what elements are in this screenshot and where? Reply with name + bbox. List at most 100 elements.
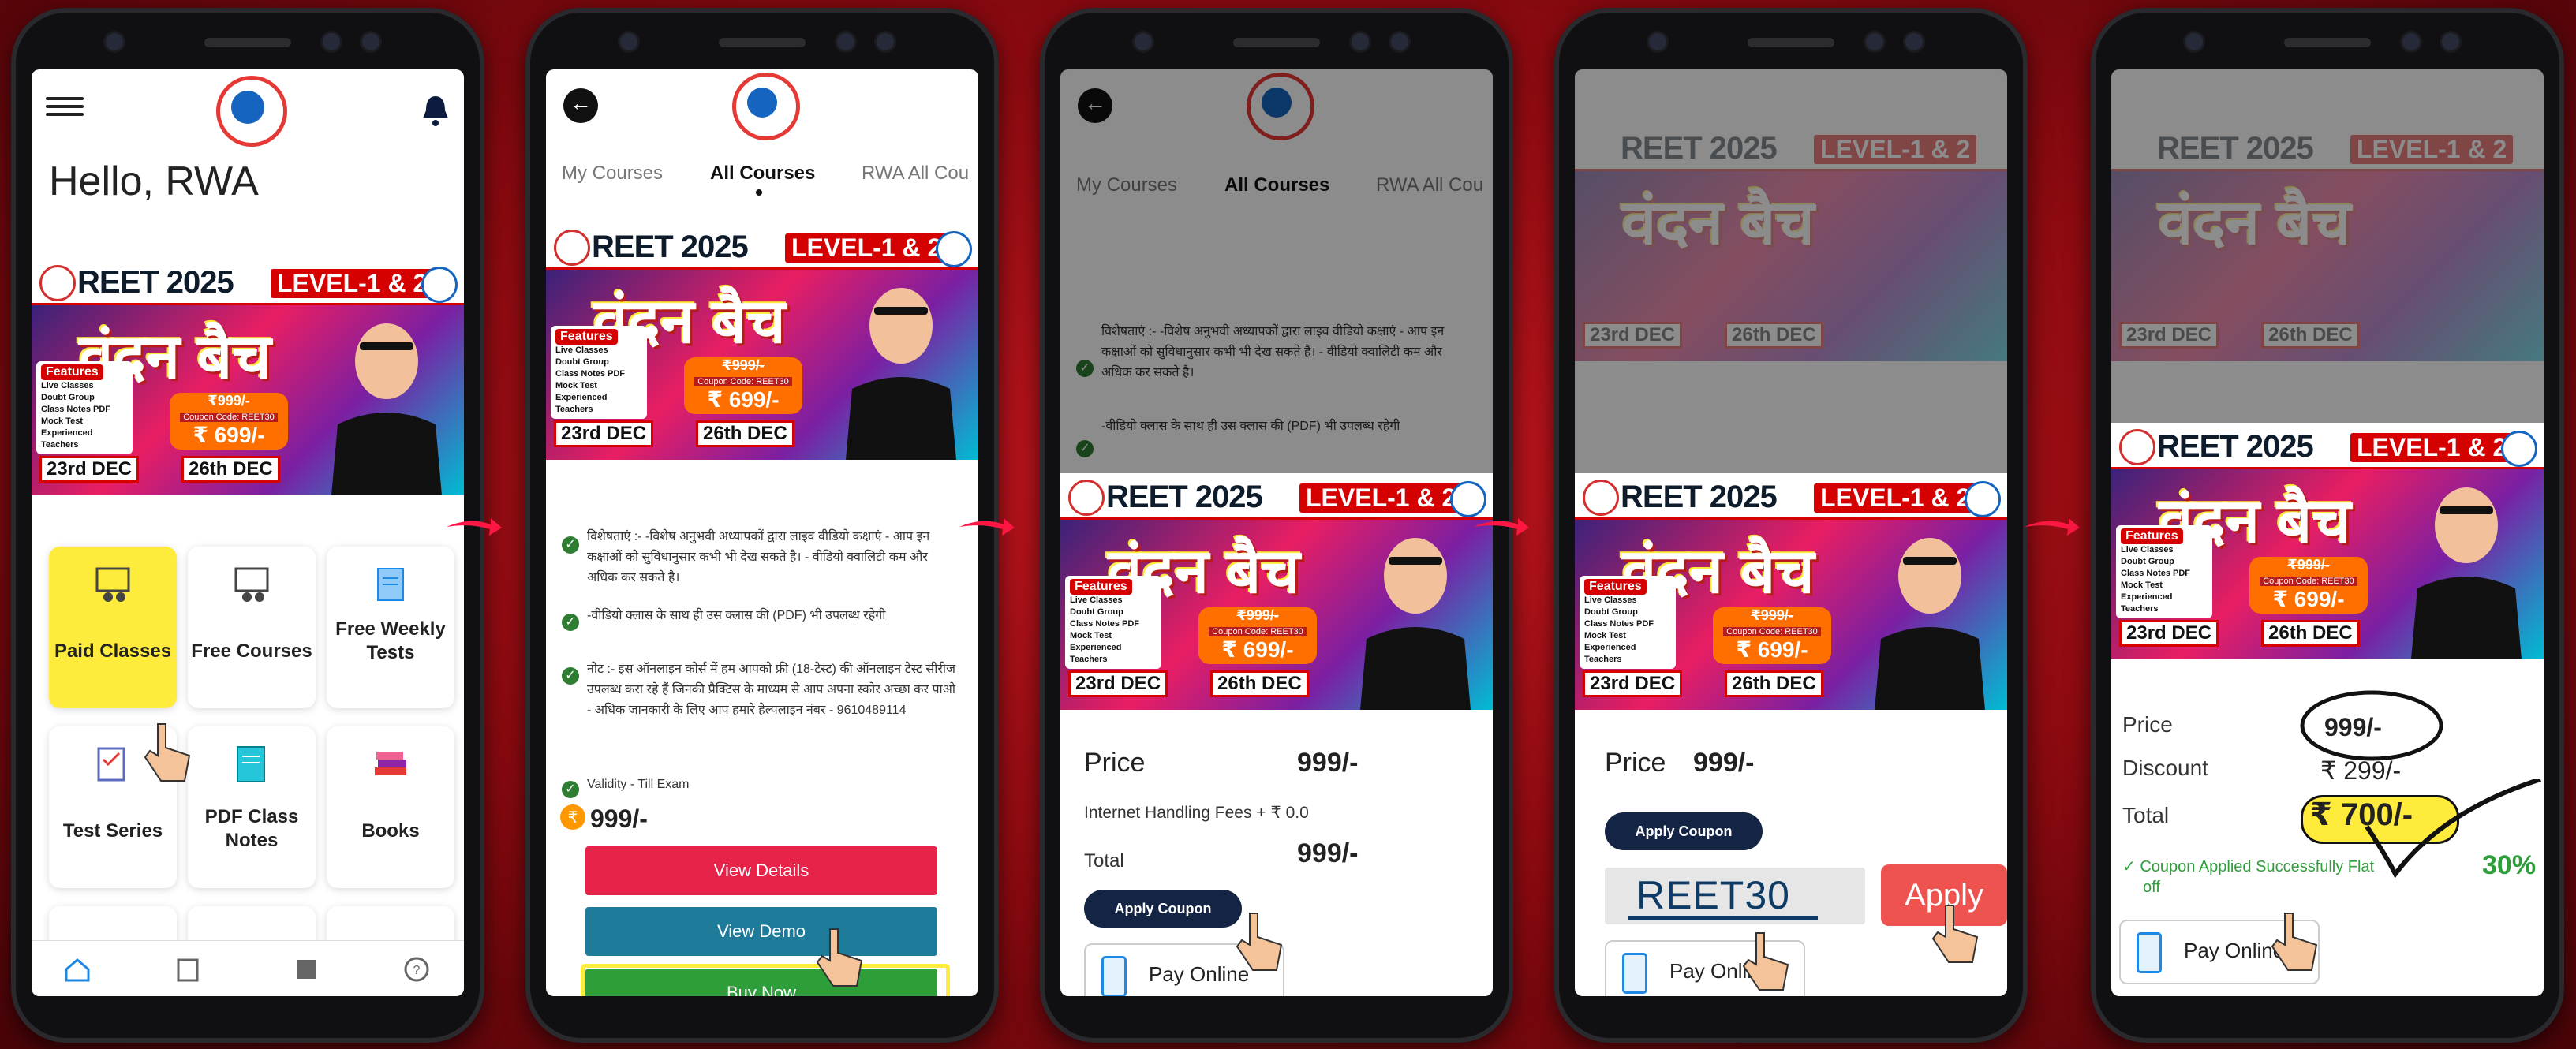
home-screen: Hello, RWA REET 2025 LEVEL-1 & 2 वंदन बै… [32, 69, 464, 996]
price-old: ₹999/- [208, 393, 250, 409]
coupon-code-value: REET30 [1636, 873, 1790, 917]
price-badge: ₹999/- Coupon Code: REET30 ₹ 699/- [170, 393, 288, 450]
tile-free-courses[interactable]: Free Courses [188, 547, 316, 708]
check-icon [562, 781, 579, 798]
tile-pdf-class-notes[interactable]: PDF Class Notes [188, 726, 316, 888]
total-label: Total [1084, 850, 1124, 872]
teacher-photo [1360, 538, 1471, 710]
price-new: ₹ 699/- [707, 387, 780, 412]
coupon-applied-screen: REET 2025 LEVEL-1 & 2 वंदन बैच 23rd DEC … [2111, 69, 2544, 996]
price-old: ₹999/- [1751, 607, 1793, 623]
price-new: ₹ 699/- [1736, 637, 1808, 662]
back-arrow-icon[interactable] [563, 88, 598, 123]
tab-my-courses[interactable]: My Courses [562, 162, 663, 185]
menu-icon[interactable] [46, 97, 84, 116]
feature-item: Experienced Teachers [1070, 643, 1122, 664]
coupon-line: Coupon Code: REET30 [180, 413, 278, 422]
dim-overlay [1060, 69, 1493, 473]
tile-label: Free Courses [191, 640, 312, 662]
sensor [1866, 33, 1883, 50]
coupon-success-off: off [2143, 879, 2160, 896]
free-courses-icon [234, 567, 269, 602]
price-badge: ₹999/- Coupon Code: REET30 ₹ 699/- [684, 357, 802, 414]
test-series-icon [97, 747, 125, 782]
banner-reet: REET 2025 [592, 230, 749, 264]
view-demo-button[interactable]: View Demo [585, 907, 937, 956]
apply-coupon-button[interactable]: Apply Coupon [1605, 812, 1763, 850]
svg-text:?: ? [413, 964, 421, 977]
logo-icon [936, 231, 972, 267]
speaker [719, 38, 806, 47]
tutorial-collage: { "banner": { "reet": "REET 2025", "leve… [0, 0, 2576, 1049]
tab-all-courses[interactable]: All Courses [710, 162, 815, 185]
coupon-entry-screen: REET 2025 LEVEL-1 & 2 वंदन बैच 23rd DEC … [1575, 69, 2007, 996]
feature-item: Doubt Group [1584, 607, 1638, 617]
course-tabs: My Courses All Courses RWA All Cou [546, 156, 978, 196]
price-badge: ₹999/- Coupon Code: REET30 ₹ 699/- [1713, 607, 1831, 664]
speaker [1233, 38, 1320, 47]
bell-icon[interactable] [420, 93, 451, 128]
note-description: नोट :- इस ऑनलाइन कोर्स में हम आपको फ्री … [587, 663, 956, 717]
course-banner: REET 2025 LEVEL-1 & 2 वंदन बैच Features … [1060, 473, 1493, 710]
price-value: 999/- [1297, 748, 1359, 778]
download-icon[interactable] [292, 955, 320, 984]
price-old: ₹999/- [2287, 557, 2330, 573]
bottom-nav: ? [32, 940, 464, 996]
feature-description: विशेषताएं :- -विशेष अनुभवी अध्यापकों द्व… [587, 530, 930, 584]
price-new: ₹ 699/- [2272, 587, 2345, 611]
feature-item: Live Classes [41, 381, 94, 390]
check-icon [562, 536, 579, 554]
banner-level: LEVEL-1 & 2 [783, 231, 951, 265]
courses-icon[interactable] [174, 955, 202, 984]
date-end: 26th DEC [2261, 620, 2360, 647]
feature-item: Class Notes PDF [555, 369, 626, 379]
price-label: Price [1084, 748, 1146, 778]
total-value: 999/- [1297, 838, 1359, 868]
view-details-button[interactable]: View Details [585, 846, 937, 895]
tap-hand-icon [2271, 913, 2318, 971]
feature-item: Mock Test [1584, 631, 1626, 640]
feature-item: Doubt Group [41, 393, 95, 402]
app-logo [732, 73, 800, 140]
course-banner[interactable]: REET 2025 LEVEL-1 & 2 वंदन बैच Features … [32, 259, 464, 495]
banner-level: LEVEL-1 & 2 [2348, 431, 2516, 465]
sensor [837, 33, 854, 50]
speaker [204, 38, 291, 47]
date-start: 23rd DEC [1068, 670, 1168, 697]
home-icon[interactable] [63, 955, 92, 984]
tile-free-weekly-tests[interactable]: Free Weekly Tests [327, 547, 454, 708]
tile-label: Test Series [62, 820, 163, 842]
camera [2185, 33, 2203, 50]
apply-coupon-button[interactable]: Apply Coupon [1084, 890, 1242, 928]
coupon-line: Coupon Code: REET30 [2260, 577, 2357, 586]
teacher-photo [1875, 538, 1985, 710]
price-value: 999/- [1693, 748, 1755, 778]
features-title: Features [1070, 579, 1132, 595]
weekly-tests-icon [377, 568, 404, 601]
tile-paid-classes[interactable]: Paid Classes [49, 547, 177, 708]
price-label: Price [2122, 712, 2173, 737]
tile-label: Books [361, 820, 420, 842]
logo-icon [2119, 429, 2155, 465]
next-arrow-icon [1474, 517, 1529, 537]
feature-item: Doubt Group [555, 357, 609, 367]
logo-icon [1583, 480, 1619, 516]
tab-rwa-all[interactable]: RWA All Cou [862, 162, 969, 185]
price-badge: ₹999/- Coupon Code: REET30 ₹ 699/- [1198, 607, 1317, 664]
banner-reet: REET 2025 [1106, 480, 1263, 514]
tile-books[interactable]: Books [327, 726, 454, 888]
banner-reet: REET 2025 [2157, 429, 2314, 464]
coupon-line: Coupon Code: REET30 [1723, 627, 1821, 636]
price-old: ₹999/- [722, 357, 765, 373]
feature-item: Experienced Teachers [555, 393, 608, 414]
active-tab-dot [756, 189, 762, 196]
teacher-photo [2411, 487, 2522, 659]
feature-item: Class Notes PDF [41, 405, 111, 414]
help-icon[interactable]: ? [402, 955, 431, 984]
logo-icon [39, 265, 76, 301]
coupon-input[interactable]: REET30 [1605, 868, 1865, 924]
buy-now-button[interactable]: Buy Now [585, 969, 937, 996]
features-box: Features Live Classes Doubt Group Class … [551, 326, 647, 419]
course-banner: REET 2025 LEVEL-1 & 2 वंदन बैच Features … [1575, 473, 2007, 710]
features-box: Features Live Classes Doubt Group Class … [1580, 576, 1676, 669]
